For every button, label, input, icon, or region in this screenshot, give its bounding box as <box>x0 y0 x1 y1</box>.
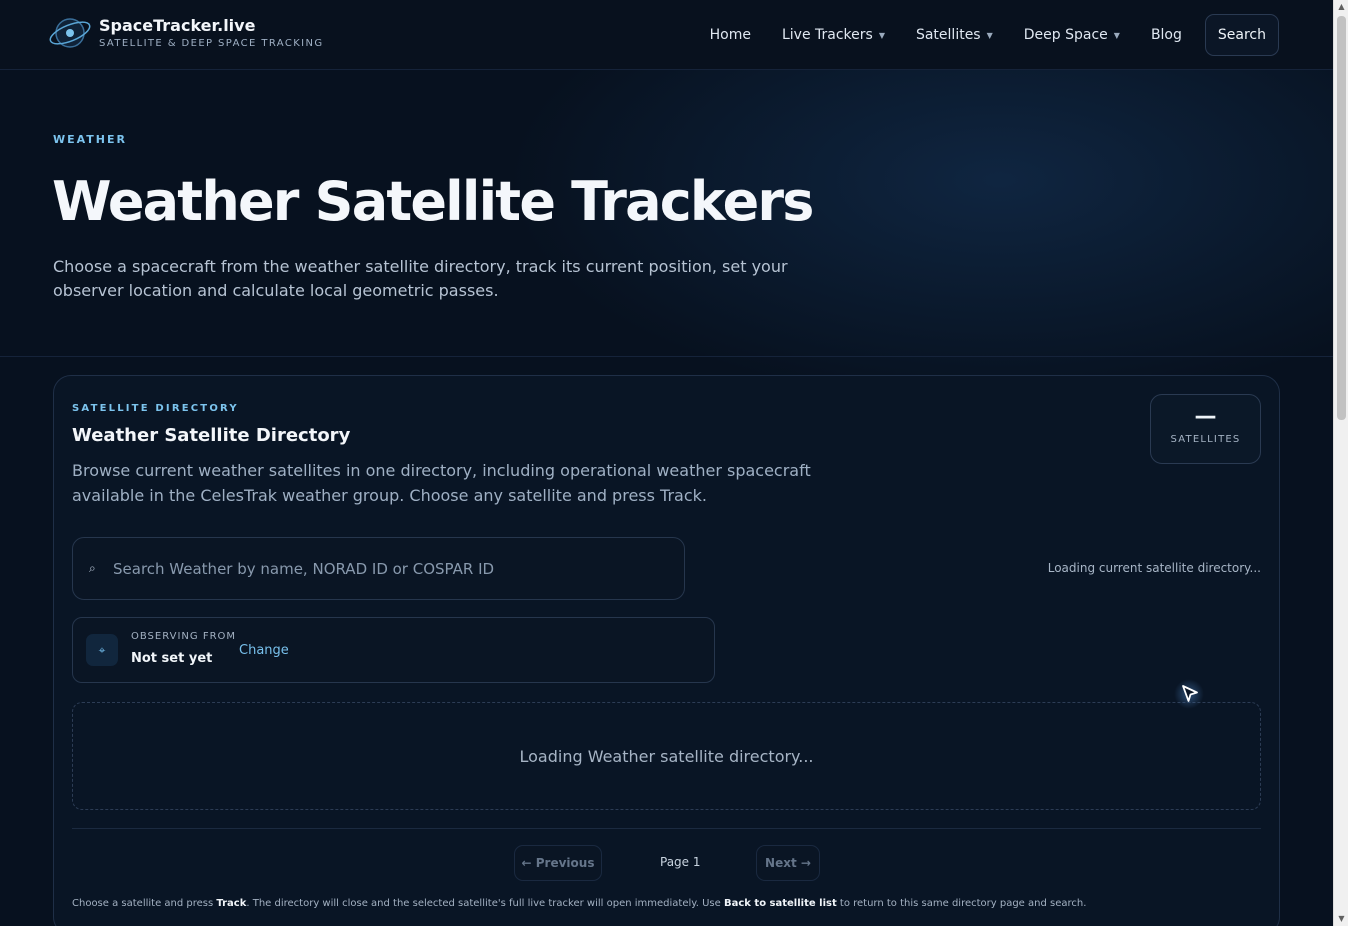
search-button[interactable]: Search <box>1204 14 1279 56</box>
mouse-pointer-icon <box>1174 679 1204 709</box>
divider <box>72 828 1261 829</box>
satellite-count-box: — SATELLITES <box>1150 394 1261 464</box>
hero-kicker: WEATHER <box>53 133 128 146</box>
crosshair-icon: ⌖ <box>86 634 118 666</box>
satellite-search-field[interactable]: ⌕ <box>72 537 685 600</box>
nav-satellites-label: Satellites <box>915 27 981 43</box>
search-icon: ⌕ <box>89 561 96 575</box>
nav-live-trackers-label: Live Trackers <box>781 27 873 43</box>
page: SpaceTracker.live SATELLITE & DEEP SPACE… <box>0 0 1333 926</box>
observer-value: Not set yet <box>131 651 213 666</box>
nav-home-label: Home <box>709 27 751 43</box>
caret-down-icon: ▼ <box>986 30 993 40</box>
pagination: ← Previous Page 1 Next → <box>54 845 1281 881</box>
footnote-bold-back: Back to satellite list <box>723 898 837 909</box>
nav-home[interactable]: Home <box>710 27 751 43</box>
directory-title: Weather Satellite Directory <box>72 425 351 446</box>
satellite-list: Loading Weather satellite directory... <box>72 702 1261 810</box>
main-nav: Home Live Trackers ▼ Satellites ▼ Deep S… <box>679 14 1279 56</box>
brand-title: SpaceTracker.live <box>99 15 256 35</box>
scrollbar-thumb[interactable] <box>1337 16 1346 420</box>
footnote-bold-track: Track <box>216 898 247 909</box>
nav-live-trackers[interactable]: Live Trackers ▼ <box>782 27 885 43</box>
directory-description: Browse current weather satellites in one… <box>72 461 811 505</box>
observer-location-panel: ⌖ OBSERVING FROM Not set yet Change <box>72 617 715 683</box>
orbit-planet-icon <box>49 15 91 51</box>
satellite-search-input[interactable] <box>113 559 673 578</box>
nav-blog-label: Blog <box>1150 27 1182 43</box>
footnote-text: . The directory will close and the selec… <box>246 898 724 909</box>
satellite-count-label: SATELLITES <box>1170 434 1241 445</box>
hero: WEATHER Weather Satellite Trackers Choos… <box>0 70 1333 357</box>
directory-footnote: Choose a satellite and press Track. The … <box>72 898 1086 909</box>
caret-down-icon: ▼ <box>878 30 885 40</box>
scroll-down-arrow-icon[interactable]: ▼ <box>1334 912 1348 926</box>
footnote-text: Choose a satellite and press <box>72 898 217 909</box>
nav-blog[interactable]: Blog <box>1151 27 1182 43</box>
vertical-scrollbar[interactable]: ▲ ▼ <box>1333 0 1348 926</box>
top-navigation-bar: SpaceTracker.live SATELLITE & DEEP SPACE… <box>0 0 1333 70</box>
satellite-list-loading: Loading Weather satellite directory... <box>519 746 814 766</box>
brand-subtitle: SATELLITE & DEEP SPACE TRACKING <box>99 37 324 49</box>
brand[interactable]: SpaceTracker.live SATELLITE & DEEP SPACE… <box>49 15 324 51</box>
directory-kicker: SATELLITE DIRECTORY <box>72 403 239 414</box>
nav-satellites[interactable]: Satellites ▼ <box>916 27 993 43</box>
page-indicator: Page 1 <box>660 855 701 869</box>
hero-description: Choose a spacecraft from the weather sat… <box>53 257 788 300</box>
footnote-text: to return to this same directory page an… <box>836 898 1087 909</box>
next-page-button[interactable]: Next → <box>756 845 820 881</box>
change-location-link[interactable]: Change <box>239 643 289 658</box>
observer-label: OBSERVING FROM <box>131 631 237 642</box>
nav-deep-space-label: Deep Space <box>1023 27 1108 43</box>
scroll-up-arrow-icon[interactable]: ▲ <box>1334 0 1348 14</box>
satellite-directory-card: SATELLITE DIRECTORY Weather Satellite Di… <box>53 375 1280 926</box>
caret-down-icon: ▼ <box>1113 30 1120 40</box>
satellite-count-value: — <box>1194 404 1217 429</box>
nav-deep-space[interactable]: Deep Space ▼ <box>1024 27 1120 43</box>
directory-loading-status: Loading current satellite directory... <box>1047 561 1261 575</box>
previous-page-button[interactable]: ← Previous <box>514 845 602 881</box>
page-title: Weather Satellite Trackers <box>52 170 814 233</box>
